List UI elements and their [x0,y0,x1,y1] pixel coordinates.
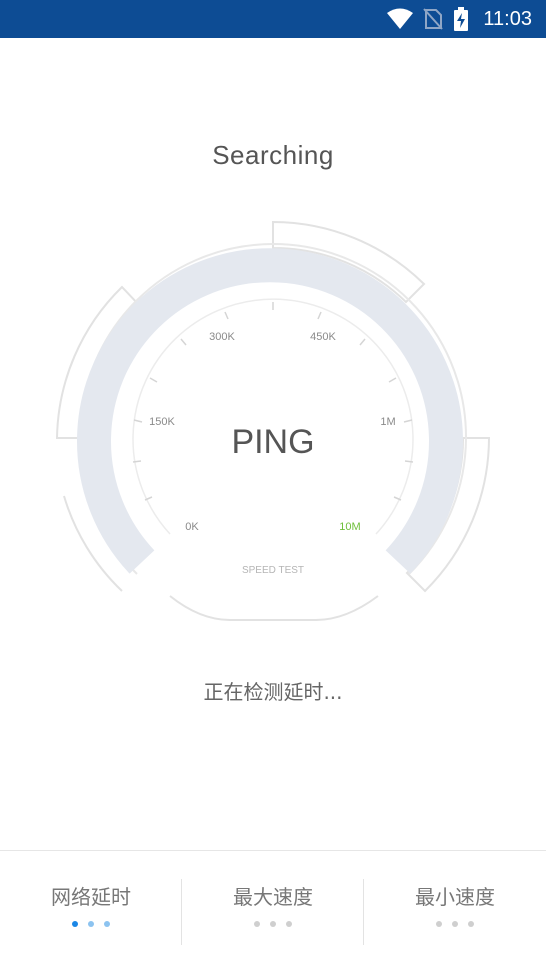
bottom-tab-bar: 网络延时 最大速度 最小速度 [0,850,546,973]
battery-charging-icon [454,7,469,31]
page-title: Searching [212,140,334,170]
page-indicator-dots [364,921,546,927]
tab-max-speed[interactable]: 最大速度 [182,851,364,973]
tick-label-1m: 1M [380,416,395,428]
status-bar: 11:03 [0,0,546,38]
tick-label-150k: 150K [149,416,175,428]
page-indicator-dots [182,921,364,927]
tick-label-0k: 0K [185,521,199,533]
indicator-dot [104,921,110,927]
no-sim-icon [423,8,444,30]
status-time: 11:03 [483,7,532,30]
gauge-arc-band [77,248,463,574]
indicator-dot [452,921,458,927]
tick-label-300k: 300K [209,331,235,343]
indicator-dot [88,921,94,927]
speed-gauge: 0K 150K 300K 450K 1M 10M PING SPEED TEST [55,220,491,621]
indicator-dot [254,921,260,927]
tab-network-latency[interactable]: 网络延时 [0,851,182,973]
page-indicator-dots [0,921,182,927]
indicator-dot [286,921,292,927]
indicator-dot [72,921,78,927]
gauge-center-label: PING [231,423,314,461]
tab-min-speed[interactable]: 最小速度 [364,851,546,973]
indicator-dot [270,921,276,927]
gauge-bottom-label: SPEED TEST [242,565,304,576]
tab-label: 网络延时 [51,885,131,909]
indicator-dot [436,921,442,927]
gauge-inner-ring [132,298,414,535]
indicator-dot [468,921,474,927]
wifi-icon [387,8,414,29]
tab-label: 最大速度 [233,885,313,909]
tick-label-450k: 450K [310,331,336,343]
tab-label: 最小速度 [415,885,495,909]
status-text: 正在检测延时... [203,680,343,704]
gauge-ticks [132,302,414,501]
tick-label-10m: 10M [339,521,360,533]
